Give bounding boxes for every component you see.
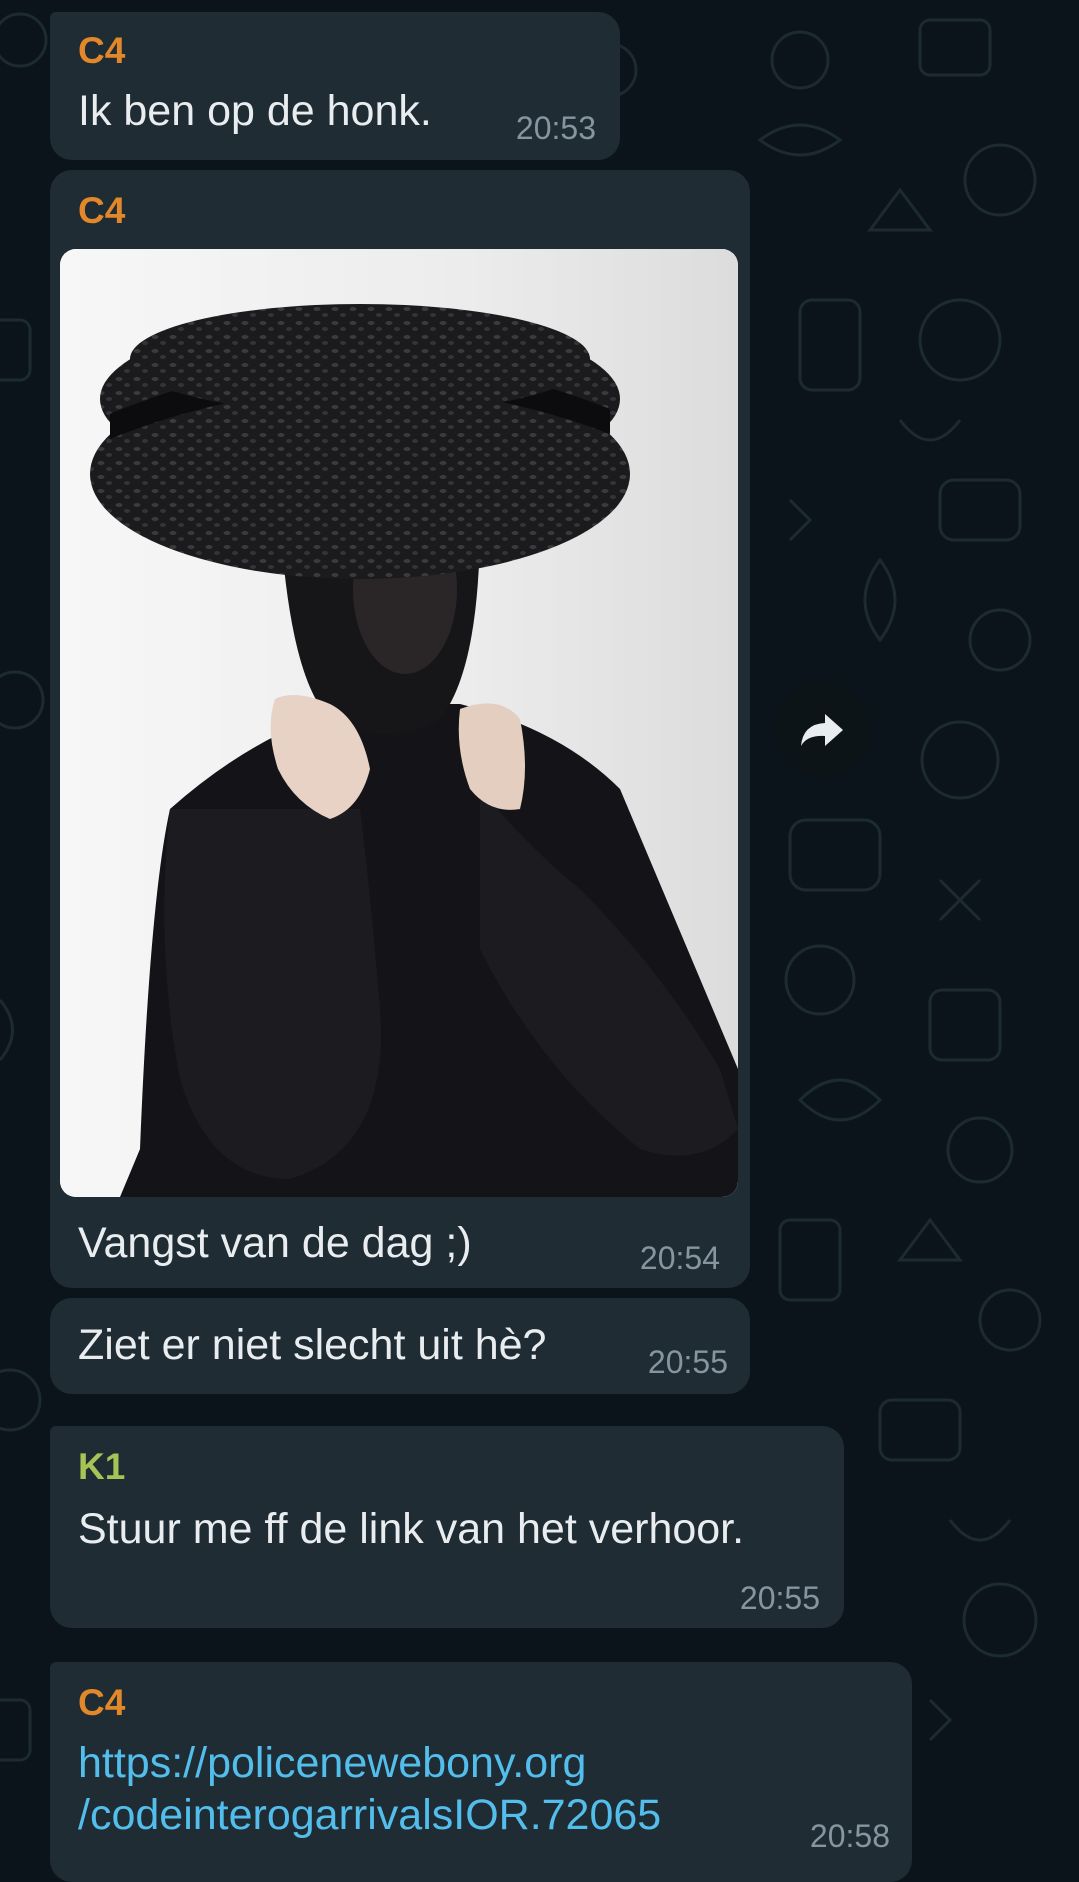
image-caption: Vangst van de dag ;) <box>78 1219 472 1267</box>
message-time: 20:54 <box>639 1240 720 1276</box>
forward-button[interactable] <box>774 682 870 778</box>
message-bubble[interactable]: C4 https://policenewebony.org /codeinter… <box>50 1662 912 1882</box>
message-text: Stuur me ff de link van het verhoor. <box>78 1505 745 1553</box>
message-photo[interactable] <box>60 249 738 1197</box>
message-text: Ziet er niet slecht uit hè? <box>78 1321 547 1369</box>
message-time: 20:55 <box>739 1580 820 1616</box>
sender-name: C4 <box>78 190 126 231</box>
message-time: 20:53 <box>515 110 596 146</box>
forward-arrow-icon <box>801 714 843 746</box>
message-bubble[interactable]: K1 Stuur me ff de link van het verhoor. … <box>50 1426 844 1628</box>
sender-name: C4 <box>78 30 126 71</box>
sender-name: C4 <box>78 1682 126 1723</box>
message-time: 20:58 <box>809 1818 890 1854</box>
sender-name: K1 <box>78 1446 126 1487</box>
message-text: Ik ben op de honk. <box>78 87 432 135</box>
message-time: 20:55 <box>647 1344 728 1380</box>
message-link[interactable]: https://policenewebony.org <box>78 1742 586 1785</box>
message-link[interactable]: /codeinterogarrivalsIOR.72065 <box>78 1794 661 1837</box>
message-bubble[interactable]: C4 Ik ben op de honk. 20:53 <box>50 12 620 160</box>
message-bubble[interactable]: Ziet er niet slecht uit hè? 20:55 <box>50 1298 750 1394</box>
